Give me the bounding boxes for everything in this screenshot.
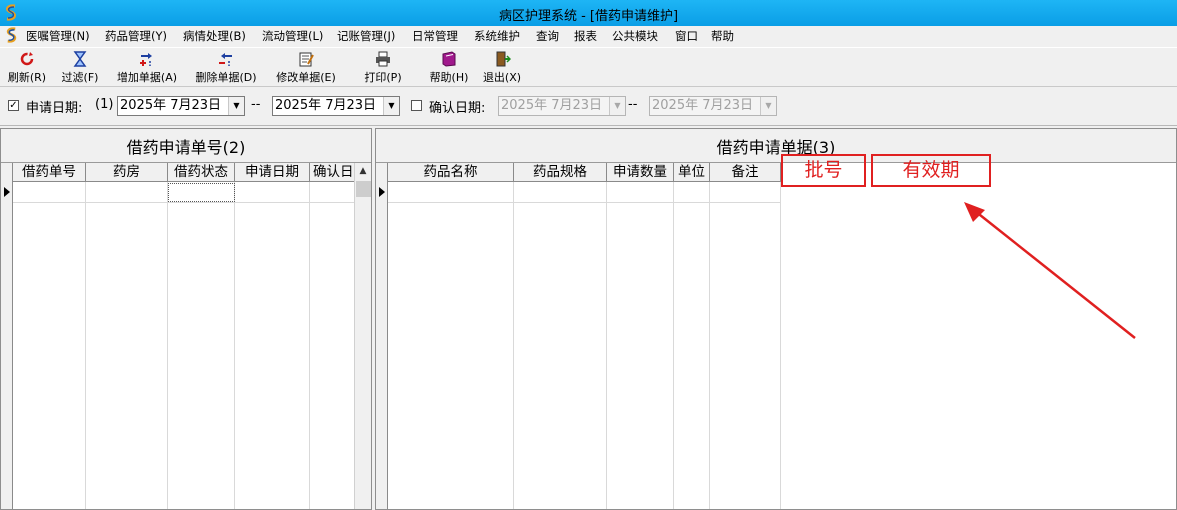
- edit-record-icon: [299, 52, 314, 67]
- exit-door-icon: [496, 51, 511, 67]
- menu-item-daily[interactable]: 日常管理: [412, 28, 458, 44]
- grid-line: [606, 182, 607, 509]
- grid-line: [167, 182, 168, 509]
- left-panel-title-text: 借药申请单号: [126, 138, 223, 157]
- filter-label: 过滤(F): [61, 71, 99, 84]
- add-record-icon: [140, 53, 152, 66]
- chevron-down-icon[interactable]: ▼: [760, 97, 776, 115]
- print-button[interactable]: 打印(P): [358, 51, 408, 85]
- grid-line: [388, 202, 780, 203]
- chevron-down-icon[interactable]: ▼: [383, 97, 399, 115]
- menu-item-drugs[interactable]: 药品管理(Y): [105, 28, 167, 44]
- grid-line: [780, 182, 781, 509]
- annotation-arrow-icon: [964, 202, 1136, 339]
- annotation-batch-number: 批号: [781, 154, 866, 187]
- application-list-panel: 借药申请单号(2) 借药单号 药房 借药状态 申请日期 确认日 ▲: [0, 128, 372, 510]
- marker-2: (2): [222, 138, 246, 157]
- title-bar: 病区护理系统 - [借药申请维护]: [0, 0, 1177, 26]
- scroll-thumb[interactable]: [356, 181, 371, 197]
- selected-cell[interactable]: [168, 183, 235, 202]
- column-header[interactable]: 药房: [86, 163, 168, 182]
- delete-record-label: 删除单据(D): [195, 71, 257, 84]
- menu-item-flow[interactable]: 流动管理(L): [262, 28, 323, 44]
- delete-record-icon: [219, 53, 232, 66]
- apply-date-to-picker[interactable]: 2025年 7月23日 ▼: [272, 96, 400, 116]
- right-panel-title: 借药申请单据(3): [376, 134, 1176, 158]
- column-header[interactable]: 药品规格: [514, 163, 607, 182]
- menu-item-reports[interactable]: 报表: [574, 28, 597, 44]
- marker-1: (1): [95, 97, 114, 112]
- menu-item-orders[interactable]: 医嘱管理(N): [26, 28, 90, 44]
- current-row-arrow-icon: [4, 187, 10, 197]
- menu-item-accounting[interactable]: 记账管理(J): [337, 28, 395, 44]
- hourglass-filter-icon: [73, 51, 87, 67]
- chevron-down-icon[interactable]: ▼: [228, 97, 244, 115]
- vertical-scrollbar[interactable]: ▲: [354, 163, 371, 509]
- apply-date-label: 申请日期:: [26, 101, 83, 116]
- grid-line: [709, 182, 710, 509]
- chevron-down-icon[interactable]: ▼: [609, 97, 625, 115]
- menu-item-query[interactable]: 查询: [536, 28, 559, 44]
- toolbar: 刷新(R) 过滤(F) 增加单据(A) 删除单据(D) 修改单据(E) 打印(P…: [0, 47, 1177, 87]
- refresh-button[interactable]: 刷新(R): [4, 51, 50, 85]
- menu-item-window[interactable]: 窗口: [675, 28, 698, 44]
- filter-button[interactable]: 过滤(F): [56, 51, 104, 85]
- column-header[interactable]: 药品名称: [388, 163, 514, 182]
- help-book-icon: [442, 51, 456, 67]
- exit-button[interactable]: 退出(X): [478, 51, 526, 85]
- apply-date-from-value: 2025年 7月23日: [120, 98, 222, 113]
- add-record-button[interactable]: 增加单据(A): [111, 51, 183, 85]
- menu-bar: 医嘱管理(N) 药品管理(Y) 病情处理(B) 流动管理(L) 记账管理(J) …: [0, 26, 1177, 46]
- grid-line: [234, 182, 235, 509]
- window-title: 病区护理系统 - [借药申请维护]: [498, 9, 679, 24]
- confirm-date-from-picker[interactable]: 2025年 7月23日 ▼: [498, 96, 626, 116]
- help-label: 帮助(H): [429, 71, 469, 84]
- menu-item-condition[interactable]: 病情处理(B): [183, 28, 246, 44]
- column-header[interactable]: 申请日期: [235, 163, 310, 182]
- grid-line: [85, 182, 86, 509]
- edit-record-button[interactable]: 修改单据(E): [270, 51, 342, 85]
- confirm-date-from-value: 2025年 7月23日: [501, 98, 603, 113]
- scroll-up-icon[interactable]: ▲: [355, 163, 371, 180]
- current-row-arrow-icon: [379, 187, 385, 197]
- help-button[interactable]: 帮助(H): [425, 51, 473, 85]
- application-list-grid[interactable]: 借药单号 药房 借药状态 申请日期 确认日 ▲: [1, 162, 371, 509]
- grid-line: [513, 182, 514, 509]
- refresh-label: 刷新(R): [7, 71, 47, 84]
- apply-date-checkbox[interactable]: ✓: [8, 100, 19, 111]
- delete-record-button[interactable]: 删除单据(D): [190, 51, 262, 85]
- grid-line: [309, 182, 310, 509]
- left-panel-title: 借药申请单号(2): [1, 134, 371, 158]
- app-logo-icon[interactable]: [4, 27, 19, 44]
- column-header[interactable]: 单位: [674, 163, 710, 182]
- grid-line: [673, 182, 674, 509]
- column-header[interactable]: 备注: [710, 163, 781, 182]
- filter-bar: ✓ 申请日期: (1) 2025年 7月23日 ▼ -- 2025年 7月23日…: [0, 88, 1177, 126]
- date-separator: --: [628, 97, 638, 112]
- print-label: 打印(P): [364, 71, 402, 84]
- apply-date-from-picker[interactable]: 2025年 7月23日 ▼: [117, 96, 245, 116]
- confirm-date-to-value: 2025年 7月23日: [652, 98, 754, 113]
- confirm-date-checkbox[interactable]: [411, 100, 422, 111]
- column-header[interactable]: 借药状态: [168, 163, 235, 182]
- grid-line: [13, 202, 354, 203]
- row-indicator-column: [1, 163, 13, 509]
- confirm-date-to-picker[interactable]: 2025年 7月23日 ▼: [649, 96, 777, 116]
- row-indicator-column: [376, 163, 388, 509]
- annotation-expiry-date: 有效期: [871, 154, 991, 187]
- menu-item-help[interactable]: 帮助: [711, 28, 734, 44]
- printer-icon: [376, 51, 390, 67]
- column-header[interactable]: 申请数量: [607, 163, 674, 182]
- date-separator: --: [251, 97, 261, 112]
- edit-record-label: 修改单据(E): [276, 71, 336, 84]
- menu-item-system[interactable]: 系统维护: [474, 28, 520, 44]
- column-header[interactable]: 确认日: [310, 163, 355, 182]
- exit-label: 退出(X): [482, 71, 522, 84]
- menu-item-public[interactable]: 公共模块: [612, 28, 658, 44]
- refresh-icon: [20, 52, 34, 66]
- column-header[interactable]: 借药单号: [13, 163, 86, 182]
- apply-date-to-value: 2025年 7月23日: [275, 98, 377, 113]
- add-record-label: 增加单据(A): [116, 71, 178, 84]
- confirm-date-label: 确认日期:: [429, 101, 486, 116]
